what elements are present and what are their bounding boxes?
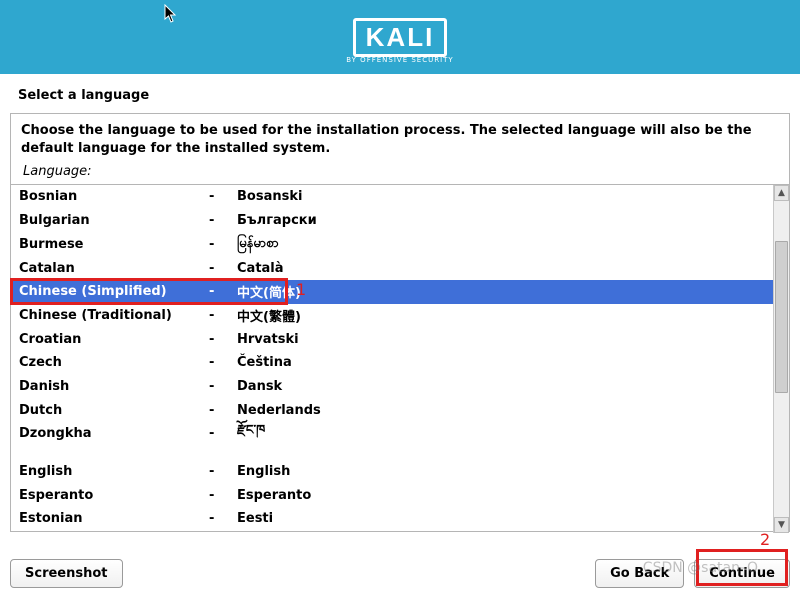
header: KALI BY OFFENSIVE SECURITY (0, 0, 800, 74)
language-english: Estonian (19, 511, 209, 526)
language-list-container: Bosnian-BosanskiBulgarian-БългарскиBurme… (11, 184, 789, 533)
list-spacer (11, 446, 773, 460)
language-english: Czech (19, 355, 209, 370)
language-native: English (237, 464, 290, 479)
intro-text: Choose the language to be used for the i… (11, 114, 789, 163)
language-dash: - (209, 511, 237, 526)
language-english: Danish (19, 379, 209, 394)
language-dash: - (209, 355, 237, 370)
language-native: Dansk (237, 379, 282, 394)
language-native: Català (237, 261, 284, 276)
language-row[interactable]: Bulgarian-Български (11, 209, 773, 233)
language-native: Български (237, 213, 317, 228)
brand-text: KALI (366, 24, 435, 50)
language-dash: - (209, 426, 237, 441)
page-title: Select a language (0, 74, 800, 113)
scroll-up-button[interactable]: ▲ (774, 185, 789, 201)
footer: Screenshot Go Back Continue (0, 549, 800, 600)
language-dash: - (209, 379, 237, 394)
language-native: Bosanski (237, 189, 302, 204)
language-row[interactable]: Finnish-Suomi (11, 531, 773, 533)
language-english: Croatian (19, 332, 209, 347)
language-english: Chinese (Traditional) (19, 308, 209, 323)
mouse-cursor-icon (164, 4, 180, 24)
language-native: 中文(繁體) (237, 306, 301, 325)
language-english: Burmese (19, 237, 209, 252)
language-native: မြန်မာစာ (237, 235, 279, 254)
language-dash: - (209, 284, 237, 299)
language-dash: - (209, 488, 237, 503)
language-english: Bosnian (19, 189, 209, 204)
language-dash: - (209, 403, 237, 418)
continue-button[interactable]: Continue (694, 559, 790, 588)
language-dash: - (209, 237, 237, 252)
go-back-button[interactable]: Go Back (595, 559, 684, 588)
field-label: Language: (11, 163, 789, 184)
language-dash: - (209, 261, 237, 276)
language-dash: - (209, 332, 237, 347)
language-row[interactable]: Chinese (Simplified)-中文(简体) (11, 280, 773, 304)
language-dash: - (209, 308, 237, 323)
language-native: Esperanto (237, 488, 311, 503)
language-dash: - (209, 189, 237, 204)
language-row[interactable]: Chinese (Traditional)-中文(繁體) (11, 304, 773, 328)
language-english: Catalan (19, 261, 209, 276)
language-native: Čeština (237, 355, 292, 370)
language-row[interactable]: Czech-Čeština (11, 351, 773, 375)
language-english: Dutch (19, 403, 209, 418)
language-english: Dzongkha (19, 426, 209, 441)
language-row[interactable]: Croatian-Hrvatski (11, 327, 773, 351)
language-english: English (19, 464, 209, 479)
language-english: Esperanto (19, 488, 209, 503)
language-row[interactable]: Danish-Dansk (11, 375, 773, 399)
screenshot-button[interactable]: Screenshot (10, 559, 123, 588)
language-native: རྫོང་ཁ (237, 415, 265, 452)
language-english: Chinese (Simplified) (19, 284, 209, 299)
language-row[interactable]: Bosnian-Bosanski (11, 185, 773, 209)
language-row[interactable]: Esperanto-Esperanto (11, 483, 773, 507)
brand-tagline: BY OFFENSIVE SECURITY (346, 56, 453, 64)
scroll-thumb[interactable] (775, 241, 788, 393)
scroll-down-button[interactable]: ▼ (774, 517, 789, 533)
language-dash: - (209, 213, 237, 228)
language-dash: - (209, 464, 237, 479)
language-native: 中文(简体) (237, 282, 301, 301)
language-native: Hrvatski (237, 332, 299, 347)
language-row[interactable]: Dzongkha-རྫོང་ཁ (11, 422, 773, 446)
language-row[interactable]: English-English (11, 460, 773, 484)
language-row[interactable]: Catalan-Català (11, 256, 773, 280)
language-row[interactable]: Estonian-Eesti (11, 507, 773, 531)
main-panel: Choose the language to be used for the i… (10, 113, 790, 532)
language-row[interactable]: Dutch-Nederlands (11, 398, 773, 422)
language-native: Eesti (237, 511, 273, 526)
language-english: Bulgarian (19, 213, 209, 228)
kali-logo: KALI (353, 18, 448, 57)
language-row[interactable]: Burmese-မြန်မာစာ (11, 232, 773, 256)
scrollbar[interactable]: ▲ ▼ (773, 185, 789, 533)
language-list[interactable]: Bosnian-BosanskiBulgarian-БългарскиBurme… (11, 185, 773, 533)
